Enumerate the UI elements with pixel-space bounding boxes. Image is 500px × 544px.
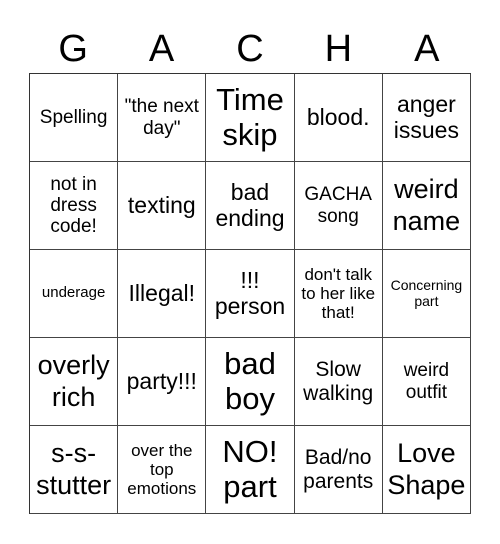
bingo-cell[interactable]: anger issues <box>382 74 471 162</box>
bingo-cell[interactable]: not in dress code! <box>30 162 119 250</box>
bingo-cell[interactable]: !!! person <box>206 250 295 338</box>
bingo-cell[interactable]: weird name <box>382 162 471 250</box>
bingo-cell[interactable]: Spelling <box>30 74 119 162</box>
bingo-cell[interactable]: don't talk to her like that! <box>294 250 383 338</box>
bingo-cell[interactable]: underage <box>30 250 119 338</box>
bingo-cell[interactable]: texting <box>118 162 207 250</box>
bingo-cell[interactable]: Love Shape <box>382 426 471 514</box>
bingo-cell[interactable]: "the next day" <box>118 74 207 162</box>
bingo-cell[interactable]: Time skip <box>206 74 295 162</box>
header-letter-c: C <box>236 28 264 70</box>
bingo-cell[interactable]: blood. <box>294 74 383 162</box>
bingo-cell[interactable]: Bad/no parents <box>294 426 383 514</box>
bingo-cell[interactable]: NO! part <box>206 426 295 514</box>
header-letter-g: G <box>58 28 88 70</box>
bingo-cell[interactable]: weird outfit <box>382 338 471 426</box>
bingo-cell[interactable]: Slow walking <box>294 338 383 426</box>
header-letter-a2: A <box>414 28 440 70</box>
bingo-cell[interactable]: bad ending <box>206 162 295 250</box>
header-letter-a: A <box>148 28 175 70</box>
bingo-header: G A C H A <box>29 26 471 72</box>
header-letter-h: H <box>324 28 353 70</box>
bingo-cell[interactable]: GACHA song <box>294 162 383 250</box>
bingo-cell[interactable]: overly rich <box>30 338 119 426</box>
bingo-cell[interactable]: bad boy <box>206 338 295 426</box>
bingo-cell[interactable]: s-s-stutter <box>30 426 119 514</box>
bingo-cell[interactable]: over the top emotions <box>118 426 207 514</box>
bingo-grid: Spelling "the next day" Time skip blood.… <box>29 73 471 514</box>
bingo-cell[interactable]: Concerning part <box>382 250 471 338</box>
bingo-cell[interactable]: party!!! <box>118 338 207 426</box>
bingo-cell[interactable]: Illegal! <box>118 250 207 338</box>
